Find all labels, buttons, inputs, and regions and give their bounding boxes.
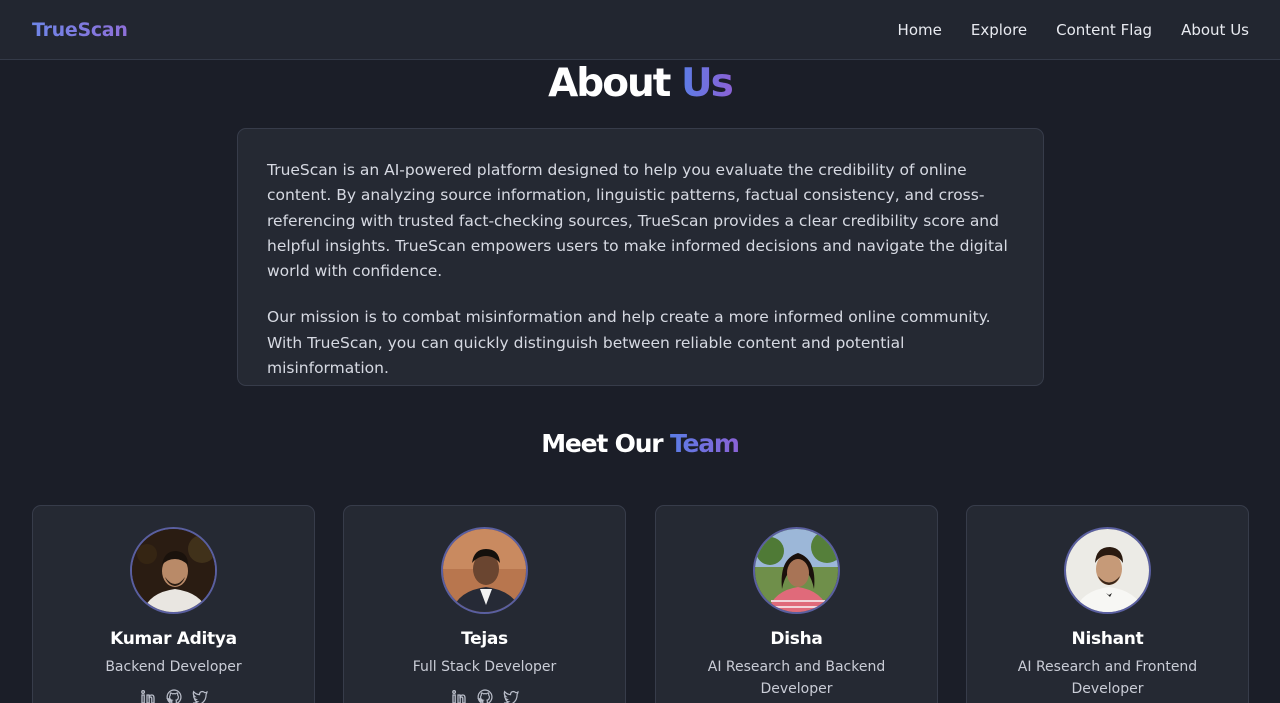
nav-links: Home Explore Content Flag About Us (898, 21, 1249, 39)
page-title-main: About (548, 61, 671, 106)
member-role: AI Research and Backend Developer (707, 659, 886, 697)
avatar (753, 527, 840, 614)
github-icon[interactable] (165, 688, 183, 703)
team-card-kumar-aditya: Kumar Aditya Backend Developer (32, 505, 315, 703)
twitter-icon[interactable] (502, 688, 520, 703)
github-icon[interactable] (476, 688, 494, 703)
member-role: Backend Developer (105, 659, 242, 675)
member-role: Full Stack Developer (412, 659, 557, 675)
navbar: TrueScan Home Explore Content Flag About… (0, 0, 1280, 60)
about-paragraph: TrueScan is an AI-powered platform desig… (267, 161, 1008, 281)
linkedin-icon[interactable] (450, 688, 468, 703)
team-card-disha: Disha AI Research and Backend Developer (655, 505, 938, 703)
mission-paragraph: Our mission is to combat misinformation … (267, 308, 991, 378)
nav-link-about-us[interactable]: About Us (1181, 21, 1249, 39)
nav-link-content-flag[interactable]: Content Flag (1056, 21, 1152, 39)
page-title-accent: Us (681, 61, 734, 106)
team-title-main: Meet Our (541, 429, 663, 458)
brand-logo[interactable]: TrueScan (32, 19, 128, 41)
member-role: AI Research and Frontend Developer (1017, 659, 1198, 697)
member-name: Disha (770, 629, 823, 649)
avatar (441, 527, 528, 614)
team-title-accent: Team (669, 429, 740, 458)
avatar (1064, 527, 1151, 614)
social-links (344, 688, 625, 703)
team-card-tejas: Tejas Full Stack Developer (343, 505, 626, 703)
nav-link-explore[interactable]: Explore (971, 21, 1027, 39)
about-card: TrueScan is an AI-powered platform desig… (237, 128, 1044, 386)
social-links (33, 688, 314, 703)
team-title: Meet Our Team (0, 427, 1280, 461)
member-name: Kumar Aditya (110, 629, 237, 649)
nav-link-home[interactable]: Home (898, 21, 942, 39)
twitter-icon[interactable] (191, 688, 209, 703)
linkedin-icon[interactable] (139, 688, 157, 703)
page-title: About Us (0, 60, 1280, 108)
team-card-nishant: Nishant AI Research and Frontend Develop… (966, 505, 1249, 703)
avatar (130, 527, 217, 614)
member-name: Tejas (461, 629, 508, 649)
member-name: Nishant (1071, 629, 1144, 649)
